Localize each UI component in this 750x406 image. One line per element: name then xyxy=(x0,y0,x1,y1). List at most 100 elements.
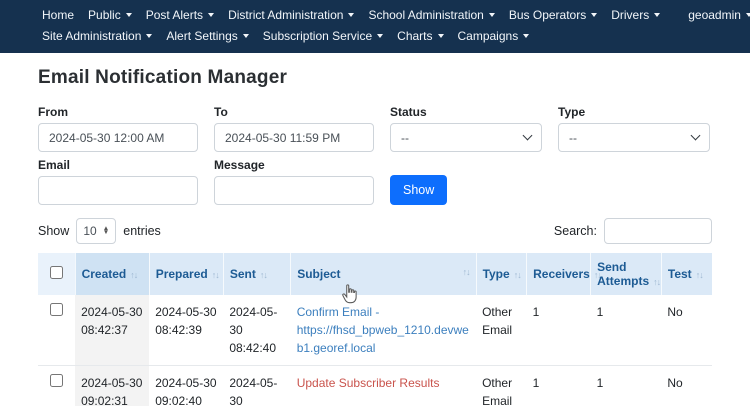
to-input[interactable] xyxy=(214,123,374,152)
col-label: Sent xyxy=(230,267,256,281)
nav-item-label: Drivers xyxy=(611,8,649,22)
chevron-down-icon xyxy=(348,13,354,17)
show-entries-label: Show xyxy=(38,224,69,238)
sort-icon: ↑↓ xyxy=(463,267,470,277)
chevron-down-icon xyxy=(208,13,214,17)
type-select[interactable]: -- xyxy=(558,123,710,152)
to-field-group: To xyxy=(214,99,374,152)
chevron-down-icon xyxy=(243,34,249,38)
page-size-select[interactable]: 10 ▲▼ xyxy=(76,218,116,244)
chevron-down-icon xyxy=(489,13,495,17)
sort-icon: ↑↓ xyxy=(130,270,137,280)
search-input[interactable] xyxy=(604,218,712,244)
nav-item-alert-settings[interactable]: Alert Settings xyxy=(166,29,248,43)
username-label: geoadmin xyxy=(688,8,741,22)
select-all-checkbox[interactable] xyxy=(50,266,63,279)
subject-link[interactable]: Update Subscriber Results xyxy=(297,376,440,390)
filter-form: From To Status -- Type -- Email Messa xyxy=(38,99,712,205)
status-label: Status xyxy=(390,105,542,119)
chevron-down-icon xyxy=(126,13,132,17)
from-label: From xyxy=(38,105,198,119)
receivers-cell: 1 xyxy=(527,295,591,366)
nav-item-charts[interactable]: Charts xyxy=(397,29,443,43)
sent-cell: 2024-05-30 08:42:40 xyxy=(223,295,290,366)
show-button[interactable]: Show xyxy=(390,175,447,205)
status-select[interactable]: -- xyxy=(390,123,542,152)
message-label: Message xyxy=(214,158,374,172)
table-row: 2024-05-30 09:02:31 2024-05-30 09:02:40 … xyxy=(38,366,712,406)
email-label: Email xyxy=(38,158,198,172)
nav-item-bus-operators[interactable]: Bus Operators xyxy=(509,8,597,22)
sort-icon: ↑↓ xyxy=(653,277,660,287)
nav-item-label: Bus Operators xyxy=(509,8,586,22)
row-checkbox[interactable] xyxy=(50,303,63,316)
sort-icon: ↑↓ xyxy=(260,270,267,280)
from-field-group: From xyxy=(38,99,198,152)
top-navbar: Home Public Post Alerts District Adminis… xyxy=(0,0,750,53)
sent-cell: 2024-05-30 09:02:40 xyxy=(223,366,290,406)
chevron-down-icon xyxy=(591,13,597,17)
nav-item-district-administration[interactable]: District Administration xyxy=(228,8,354,22)
to-label: To xyxy=(214,105,374,119)
nav-item-label: Charts xyxy=(397,29,432,43)
col-label: Send Attempts xyxy=(597,260,649,288)
col-label: Receivers xyxy=(533,267,590,281)
nav-item-subscription-service[interactable]: Subscription Service xyxy=(263,29,383,43)
search-label: Search: xyxy=(554,224,597,238)
select-all-header xyxy=(38,253,75,295)
page-size-value: 10 xyxy=(83,224,96,238)
col-header-prepared[interactable]: Prepared↑↓ xyxy=(149,253,223,295)
table-row: 2024-05-30 08:42:37 2024-05-30 08:42:39 … xyxy=(38,295,712,366)
nav-item-home[interactable]: Home xyxy=(42,8,74,22)
col-header-test[interactable]: Test ↑↓ xyxy=(661,253,712,295)
type-cell: Other Email xyxy=(476,295,527,366)
col-header-send-attempts[interactable]: Send Attempts ↑↓ xyxy=(591,253,662,295)
test-cell: No xyxy=(661,295,712,366)
created-cell: 2024-05-30 08:42:37 xyxy=(75,295,149,366)
subject-link[interactable]: Confirm Email - https://fhsd_bpweb_1210.… xyxy=(297,305,469,355)
nav-item-label: Public xyxy=(88,8,121,22)
col-header-type[interactable]: Type↑↓ xyxy=(476,253,527,295)
email-field-group: Email xyxy=(38,152,198,205)
type-selected-value: -- xyxy=(569,131,577,145)
send-attempts-cell: 1 xyxy=(591,366,662,406)
nav-item-label: Alert Settings xyxy=(166,29,237,43)
col-header-subject[interactable]: Subject ↑↓ xyxy=(291,253,476,295)
message-input[interactable] xyxy=(214,176,374,205)
col-label: Created xyxy=(82,267,127,281)
send-attempts-cell: 1 xyxy=(591,295,662,366)
chevron-down-icon xyxy=(438,34,444,38)
col-header-created[interactable]: Created↑↓ xyxy=(75,253,149,295)
chevron-down-icon xyxy=(746,13,750,17)
row-checkbox[interactable] xyxy=(50,374,63,387)
main-content: Email Notification Manager From To Statu… xyxy=(0,53,750,406)
sort-icon: ↑↓ xyxy=(696,270,703,280)
chevron-down-icon xyxy=(654,13,660,17)
nav-item-post-alerts[interactable]: Post Alerts xyxy=(146,8,214,22)
table-header-row: Created↑↓ Prepared↑↓ Sent↑↓ Subject↑↓ Ty… xyxy=(38,253,712,295)
message-field-group: Message xyxy=(214,152,374,205)
email-notifications-table: Created↑↓ Prepared↑↓ Sent↑↓ Subject↑↓ Ty… xyxy=(38,253,712,406)
entries-label: entries xyxy=(123,224,161,238)
nav-item-school-administration[interactable]: School Administration xyxy=(368,8,494,22)
nav-item-campaigns[interactable]: Campaigns xyxy=(458,29,530,43)
updown-arrows-icon: ▲▼ xyxy=(103,227,109,235)
col-header-sent[interactable]: Sent ↑↓ xyxy=(223,253,290,295)
nav-item-user-menu[interactable]: geoadmin xyxy=(688,8,750,22)
type-cell: Other Email xyxy=(476,366,527,406)
nav-item-label: Post Alerts xyxy=(146,8,203,22)
nav-item-drivers[interactable]: Drivers xyxy=(611,8,660,22)
from-input[interactable] xyxy=(38,123,198,152)
type-label: Type xyxy=(558,105,710,119)
sort-icon: ↑↓ xyxy=(514,270,521,280)
nav-item-public[interactable]: Public xyxy=(88,8,132,22)
col-label: Test xyxy=(668,267,692,281)
col-label: Prepared xyxy=(156,267,208,281)
nav-item-label: Site Administration xyxy=(42,29,141,43)
email-input[interactable] xyxy=(38,176,198,205)
col-label: Subject xyxy=(297,267,340,281)
col-header-receivers[interactable]: Receivers↑↓ xyxy=(527,253,591,295)
nav-item-label: District Administration xyxy=(228,8,343,22)
nav-item-site-administration[interactable]: Site Administration xyxy=(42,29,152,43)
created-cell: 2024-05-30 09:02:31 xyxy=(75,366,149,406)
